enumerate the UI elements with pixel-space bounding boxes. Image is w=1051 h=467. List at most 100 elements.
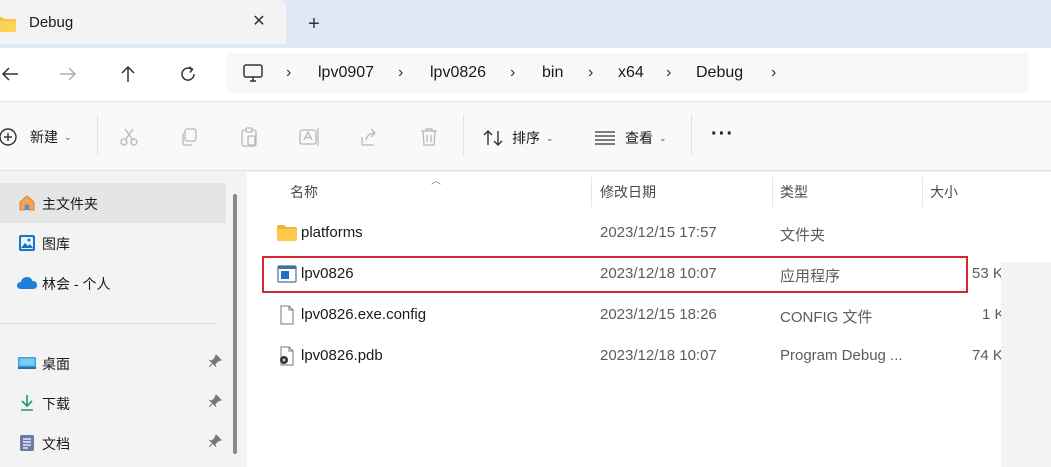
config-file-icon	[280, 305, 294, 325]
more-options-button[interactable]: ···	[711, 123, 734, 146]
tab-title: Debug	[29, 14, 74, 31]
command-bar: 新建 ⌄ 排序 ⌄ 查看 ⌄ ···	[0, 103, 1051, 171]
breadcrumb-lpv0826[interactable]: lpv0826	[430, 64, 486, 82]
cut-button[interactable]	[119, 127, 139, 147]
breadcrumb-bin[interactable]: bin	[542, 64, 563, 82]
column-divider[interactable]	[591, 177, 592, 207]
pdb-file-icon	[280, 346, 294, 366]
breadcrumb-separator[interactable]: ›	[510, 64, 515, 82]
new-label: 新建	[30, 129, 58, 145]
paste-button[interactable]	[239, 127, 259, 147]
sort-label: 排序	[512, 130, 540, 146]
sidebar-item-documents[interactable]: 文档	[0, 423, 226, 463]
file-name: lpv0826.exe.config	[301, 306, 427, 323]
sidebar-item-downloads[interactable]: 下载	[0, 383, 226, 423]
breadcrumb-debug[interactable]: Debug	[696, 64, 743, 82]
rename-icon	[299, 128, 319, 146]
file-list: ︿ 名称 修改日期 类型 大小 platforms 2023/12/15 17:…	[247, 172, 1051, 467]
file-size: 53 K	[972, 265, 1003, 282]
refresh-icon	[181, 66, 195, 81]
column-divider[interactable]	[922, 177, 923, 207]
trash-icon	[421, 128, 437, 146]
column-header-type[interactable]: 类型	[780, 182, 808, 202]
tab-debug[interactable]: Debug ✕	[0, 0, 286, 44]
tab-strip: Debug ✕ +	[0, 0, 1051, 48]
folder-icon	[277, 225, 297, 241]
share-button[interactable]	[359, 127, 379, 147]
arrow-up-icon	[121, 65, 135, 82]
download-icon	[21, 395, 33, 411]
file-date: 2023/12/18 10:07	[600, 347, 717, 364]
sidebar-divider	[0, 323, 217, 324]
table-row[interactable]: lpv0826.pdb 2023/12/18 10:07 Program Deb…	[263, 336, 1003, 376]
arrow-right-icon	[60, 67, 77, 81]
clipboard-icon	[241, 127, 257, 147]
sidebar-item-label: 林会 - 个人	[42, 276, 111, 292]
home-icon	[19, 195, 35, 211]
rename-button[interactable]	[299, 127, 321, 147]
arrow-left-icon	[1, 67, 18, 81]
sort-arrows-icon	[483, 130, 503, 146]
onedrive-cloud-icon	[17, 277, 37, 289]
table-row[interactable]: platforms 2023/12/15 17:57 文件夹	[263, 213, 1001, 253]
view-button[interactable]: 查看 ⌄	[594, 128, 667, 148]
breadcrumb-x64[interactable]: x64	[618, 64, 644, 82]
sidebar-item-label: 文档	[42, 436, 70, 452]
pin-icon[interactable]	[208, 394, 222, 408]
forward-button[interactable]	[56, 62, 80, 86]
breadcrumb-separator[interactable]: ›	[771, 64, 776, 82]
column-header-size[interactable]: 大小	[930, 182, 958, 202]
annotation-highlight-box	[262, 256, 968, 293]
divider	[691, 115, 692, 155]
refresh-button[interactable]	[176, 62, 200, 86]
column-header-name[interactable]: 名称	[290, 182, 318, 202]
new-tab-button[interactable]: +	[305, 12, 323, 36]
share-icon	[361, 128, 376, 146]
breadcrumb-separator[interactable]: ›	[666, 64, 671, 82]
sidebar-item-label: 下载	[42, 396, 70, 412]
view-label: 查看	[625, 130, 653, 146]
back-button[interactable]	[0, 62, 22, 86]
sidebar-item-label: 主文件夹	[42, 196, 98, 212]
documents-icon	[20, 435, 34, 451]
new-button[interactable]: 新建 ⌄	[0, 127, 72, 147]
copy-button[interactable]	[179, 127, 199, 147]
navigation-bar: › lpv0907 › lpv0826 › bin › x64 › Debug …	[0, 48, 1051, 102]
sidebar-item-label: 图库	[42, 236, 70, 252]
breadcrumb-separator[interactable]: ›	[588, 64, 593, 82]
navigation-pane: 主文件夹 图库 林会 - 个人 桌面 下载 文档	[0, 172, 232, 467]
file-type: CONFIG 文件	[780, 309, 873, 326]
file-type: 文件夹	[780, 227, 826, 244]
up-button[interactable]	[116, 62, 140, 86]
file-name: lpv0826.pdb	[301, 347, 383, 364]
delete-button[interactable]	[419, 127, 439, 147]
breadcrumb-separator[interactable]: ›	[286, 64, 291, 82]
sort-button[interactable]: 排序 ⌄	[482, 128, 554, 148]
breadcrumb-separator[interactable]: ›	[398, 64, 403, 82]
address-bar[interactable]: › lpv0907 › lpv0826 › bin › x64 › Debug …	[226, 53, 1028, 93]
pin-icon[interactable]	[208, 354, 222, 368]
sidebar-item-desktop[interactable]: 桌面	[0, 343, 226, 383]
list-view-icon	[595, 131, 615, 145]
divider	[97, 115, 98, 155]
desktop-icon	[18, 357, 36, 369]
more-icon: ···	[711, 123, 734, 145]
scissors-icon	[120, 128, 138, 146]
close-tab-icon[interactable]: ✕	[250, 12, 268, 32]
column-header-date[interactable]: 修改日期	[600, 182, 656, 202]
folder-icon	[0, 17, 16, 32]
details-pane-edge	[1001, 172, 1051, 467]
column-divider[interactable]	[772, 177, 773, 207]
sidebar-item-onedrive[interactable]: 林会 - 个人	[0, 263, 226, 303]
chevron-down-icon: ⌄	[659, 132, 667, 143]
breadcrumb-lpv0907[interactable]: lpv0907	[318, 64, 374, 82]
sidebar-item-label: 桌面	[42, 356, 70, 372]
sidebar-scrollbar[interactable]	[233, 194, 237, 454]
sidebar-item-home[interactable]: 主文件夹	[0, 183, 226, 223]
pin-icon[interactable]	[208, 434, 222, 448]
file-size: 74 K	[972, 347, 1003, 364]
table-row[interactable]: lpv0826.exe.config 2023/12/15 18:26 CONF…	[263, 295, 1005, 335]
chevron-down-icon: ⌄	[546, 132, 554, 143]
file-date: 2023/12/15 18:26	[600, 306, 717, 323]
sidebar-item-gallery[interactable]: 图库	[0, 223, 226, 263]
